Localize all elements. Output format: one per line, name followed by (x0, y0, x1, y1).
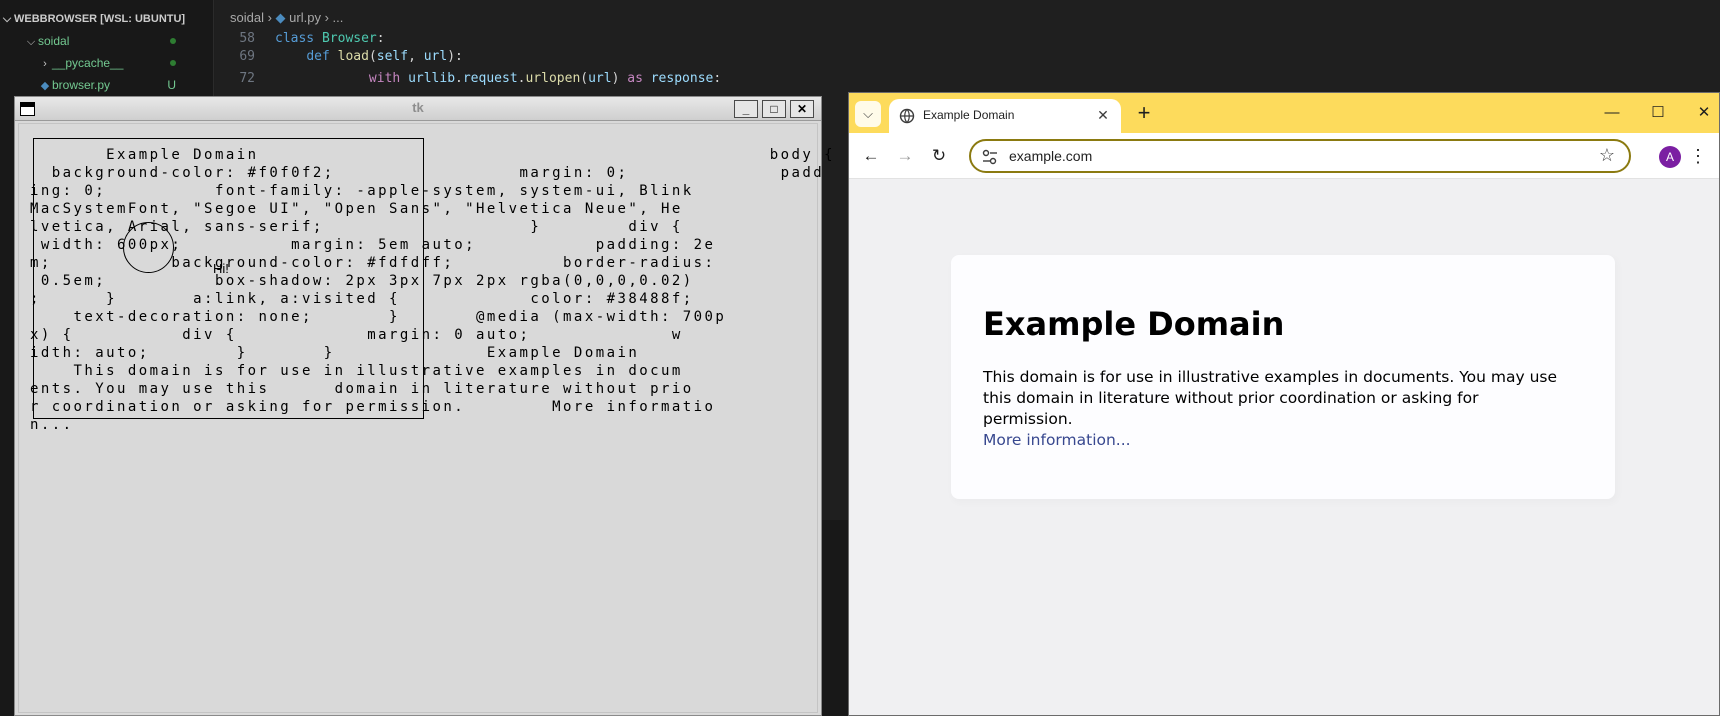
url-text[interactable]: example.com (1009, 148, 1092, 164)
page-viewport[interactable]: Example Domain This domain is for use in… (849, 179, 1719, 715)
canvas-text-line: ents. You may use this domain in literat… (30, 381, 694, 397)
more-information-link[interactable]: More information... (983, 431, 1131, 449)
arrow-left-icon: ← (862, 146, 880, 165)
page-paragraph: This domain is for use in illustrative e… (983, 368, 1558, 428)
tab-example-domain[interactable]: Example Domain ✕ (889, 99, 1121, 133)
minimize-icon: — (1604, 104, 1620, 121)
canvas-text-line: lvetica, Arial, sans-serif; } div { (30, 219, 683, 235)
tk-title: tk (412, 100, 424, 115)
plus-icon: + (1137, 100, 1151, 125)
chevron-icon: › (43, 58, 47, 70)
explorer-item-label: soidal (38, 34, 70, 48)
canvas-text-line: 0.5em; box-shadow: 2px 3px 7px 2px rgba(… (30, 273, 694, 289)
tk-minimize-button[interactable]: _ (734, 100, 758, 118)
star-icon[interactable]: ☆ (1599, 145, 1615, 166)
chevron-right-icon: › (267, 10, 276, 25)
line-number: 69 (239, 49, 255, 64)
page-title: Example Domain (983, 305, 1285, 343)
canvas-text-line: m; background-color: #fdfdff; border-rad… (30, 255, 716, 271)
maximize-icon: ☐ (1651, 104, 1665, 121)
tune-icon[interactable] (981, 148, 999, 166)
globe-icon (899, 108, 915, 124)
code-text: class Browser: (275, 31, 385, 46)
canvas-text-line: width: 600px; margin: 5em auto; padding:… (30, 237, 716, 253)
canvas-text-line: This domain is for use in illustrative e… (30, 363, 683, 379)
code-line[interactable]: 58 class Browser: (215, 30, 385, 48)
code-line[interactable]: 69 def load(self, url): (215, 48, 463, 66)
arrow-right-icon: → (896, 146, 914, 165)
chevron-down-icon: ⌵ (863, 106, 873, 121)
chevron-icon: ⌵ (26, 36, 36, 48)
back-button[interactable]: ← (859, 144, 883, 168)
git-status-dot (170, 38, 176, 44)
tk-window: tk _ □ ✕ Hi! Example Domain body { backg… (14, 96, 833, 716)
chrome-window: ⌵ Example Domain ✕ + — ☐ ✕ ← → ↻ example… (848, 92, 1720, 716)
code-text: def load(self, url): (306, 49, 463, 64)
kebab-icon[interactable]: ⋮ (1689, 144, 1707, 168)
close-window-button[interactable]: ✕ (1691, 101, 1717, 125)
tk-close-button[interactable]: ✕ (790, 100, 814, 118)
canvas-text-line: MacSystemFont, "Segoe UI", "Open Sans", … (30, 201, 683, 217)
tk-canvas[interactable]: Hi! Example Domain body { background-col… (18, 123, 833, 713)
canvas-text-line: idth: auto; } } Example Domain (30, 345, 640, 361)
tab-strip: ⌵ Example Domain ✕ + — ☐ ✕ (849, 93, 1719, 133)
tk-titlebar[interactable]: tk _ □ ✕ (15, 97, 821, 121)
canvas-text-line: x) { div { margin: 0 auto; w (30, 327, 683, 343)
canvas-text-line: ing: 0; font-family: -apple-system, syst… (30, 183, 694, 199)
breadcrumb-folder[interactable]: soidal (230, 10, 264, 25)
line-number: 72 (239, 71, 255, 86)
python-file-icon: ◆ (40, 80, 50, 92)
explorer-title: WEBBROWSER [WSL: UBUNTU] (14, 13, 186, 25)
maximize-button[interactable]: ☐ (1645, 101, 1671, 125)
canvas-text-line: ; } a:link, a:visited { color: #38488f; (30, 291, 694, 307)
reload-icon: ↻ (931, 146, 947, 165)
canvas-text-line: Example Domain body { (30, 147, 836, 163)
tab-title: Example Domain (923, 108, 1015, 122)
breadcrumb-more[interactable]: ... (333, 10, 344, 25)
code-text: with urllib.request.urlopen(url) as resp… (368, 71, 722, 86)
address-bar[interactable]: example.com ☆ (969, 139, 1631, 173)
avatar[interactable]: A (1659, 146, 1681, 168)
git-status-dot (170, 60, 176, 66)
line-number: 58 (239, 31, 255, 46)
forward-button[interactable]: → (893, 144, 917, 168)
canvas-text-line: n... (30, 417, 74, 433)
content-card: Example Domain This domain is for use in… (951, 255, 1615, 499)
breadcrumb: soidal › ◆ url.py › ... (230, 8, 343, 28)
breadcrumb-file[interactable]: url.py (289, 10, 321, 25)
chevron-right-icon: › (324, 10, 333, 25)
git-status-badge: U (167, 78, 176, 92)
new-tab-button[interactable]: + (1131, 100, 1157, 126)
minimize-button[interactable]: — (1599, 101, 1625, 125)
close-icon: ✕ (1697, 104, 1711, 121)
tab-search-button[interactable]: ⌵ (855, 101, 881, 127)
close-icon[interactable]: ✕ (1093, 105, 1113, 125)
explorer-item-label: browser.py (52, 78, 111, 92)
explorer-item[interactable]: ⌵ soidal (0, 30, 214, 52)
chevron-down-icon: ⌵ (2, 13, 12, 25)
explorer-header[interactable]: ⌵ WEBBROWSER [WSL: UBUNTU] (0, 8, 214, 30)
explorer-item-label: __pycache__ (52, 56, 124, 70)
explorer-item[interactable]: › __pycache__ (0, 52, 214, 74)
canvas-text-line: r coordination or asking for permission.… (30, 399, 716, 415)
canvas-text-line: background-color: #f0f0f2; margin: 0; pa… (30, 165, 825, 181)
explorer-item[interactable]: ◆ browser.py U (0, 74, 214, 96)
reload-button[interactable]: ↻ (927, 144, 951, 168)
python-file-icon: ◆ (275, 10, 286, 25)
code-line[interactable]: 72 with urllib.request.urlopen(url) as r… (215, 70, 721, 88)
browser-toolbar: ← → ↻ example.com ☆ A ⋮ (849, 133, 1719, 179)
canvas-text-line: text-decoration: none; } @media (max-wid… (30, 309, 727, 325)
tk-maximize-button[interactable]: □ (762, 100, 786, 118)
